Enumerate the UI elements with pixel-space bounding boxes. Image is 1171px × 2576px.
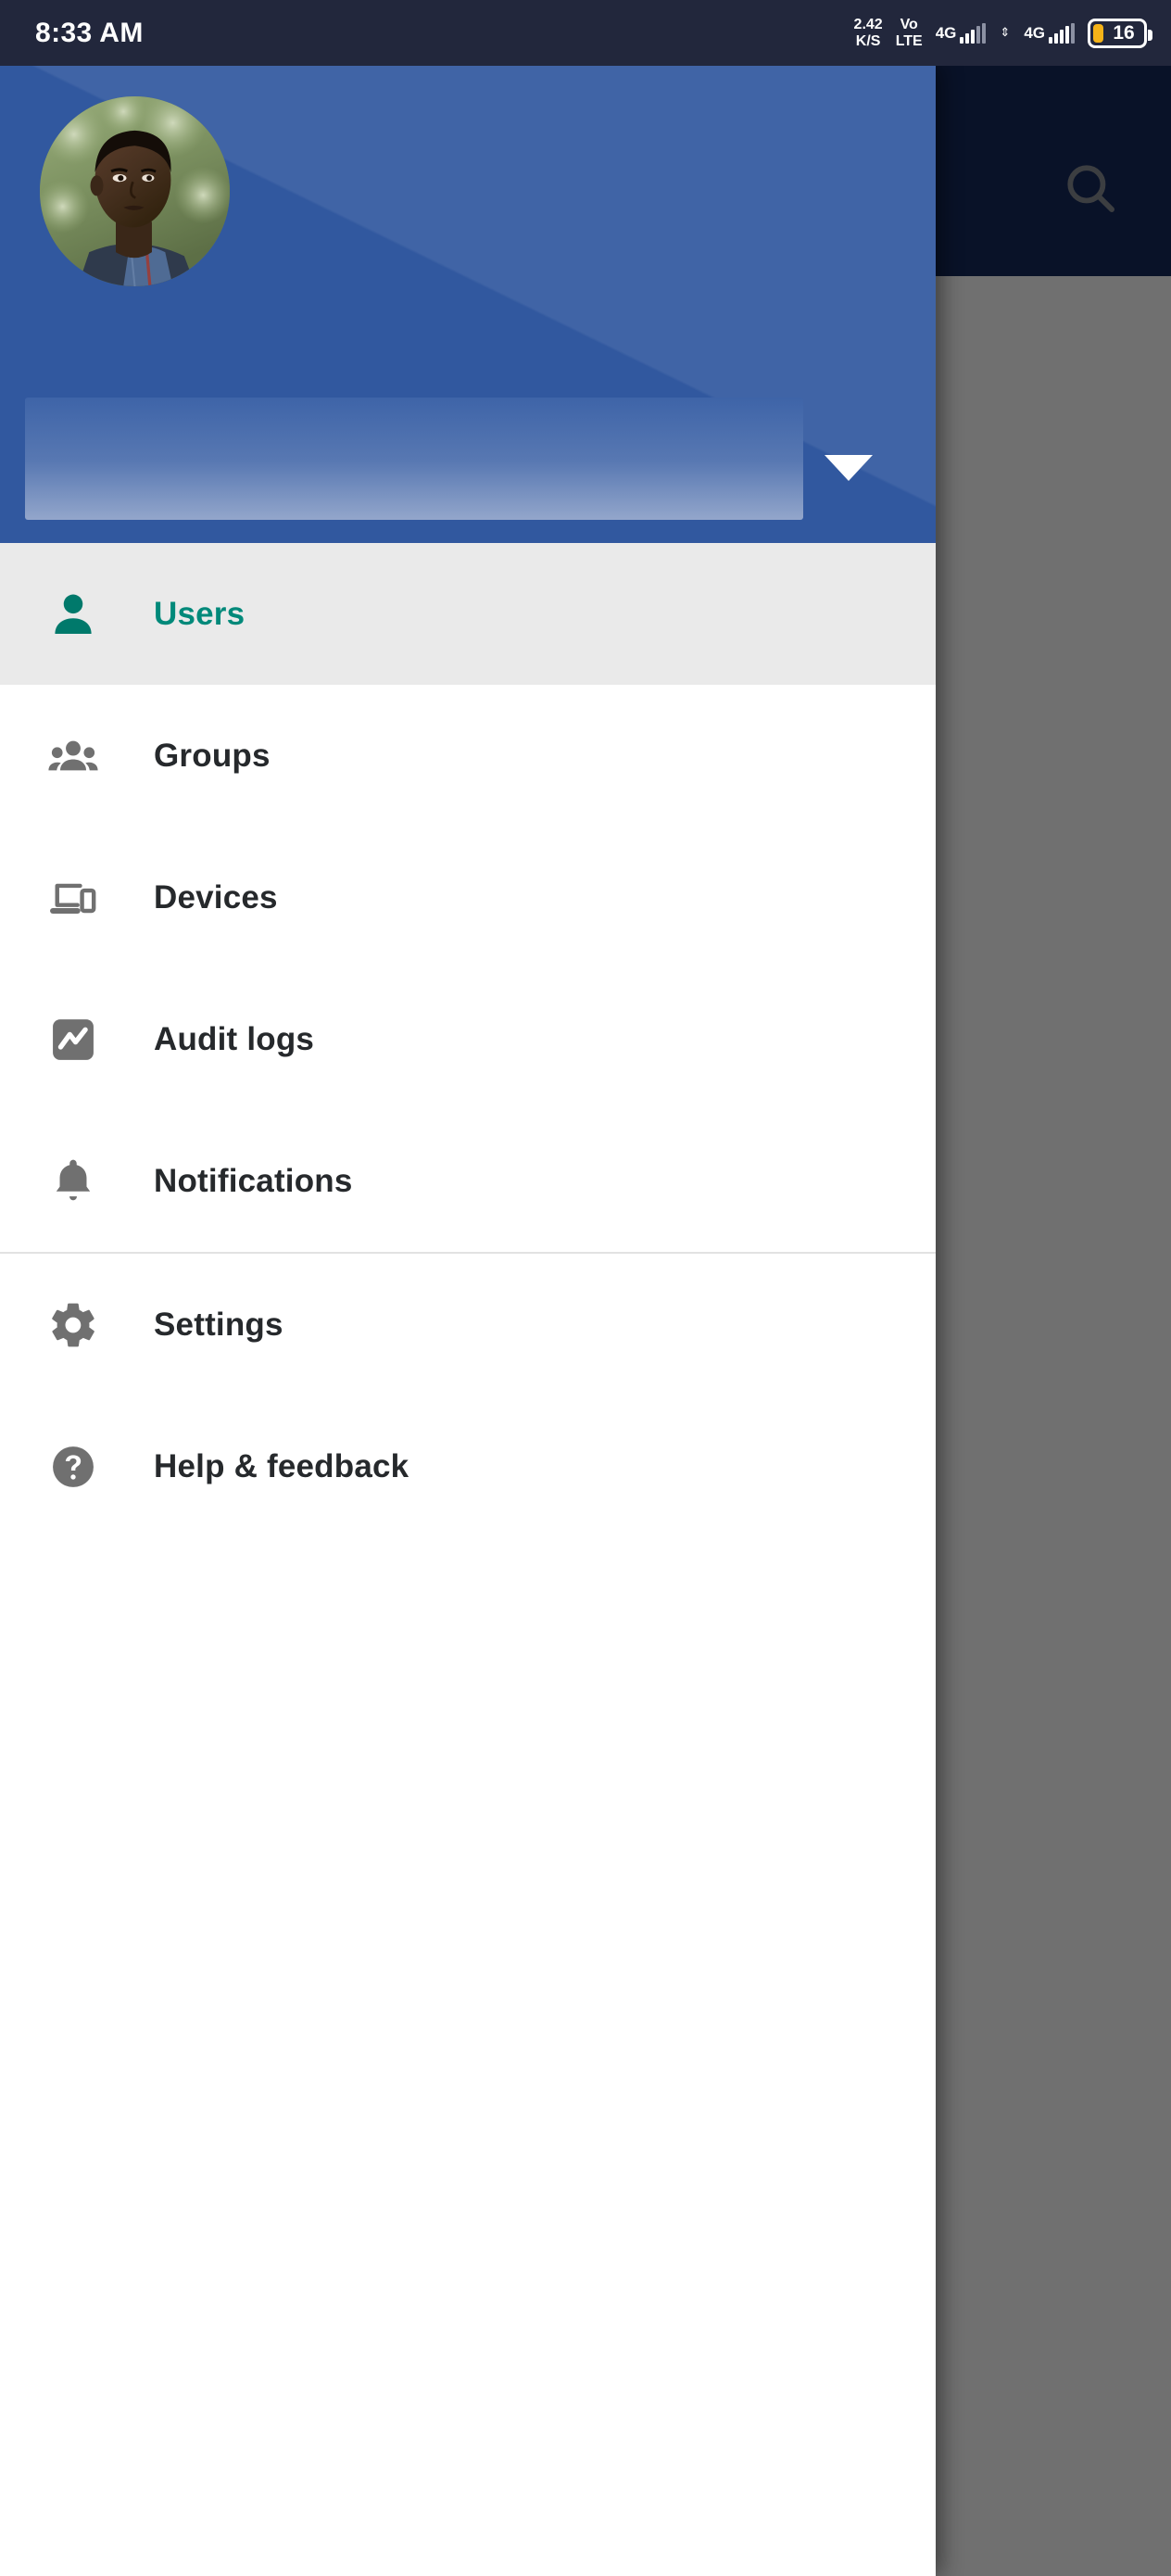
status-time: 8:33 AM [35, 17, 144, 48]
sim2-signal-bars [1049, 22, 1075, 44]
audit-chart-icon [44, 1011, 102, 1068]
account-info-redacted[interactable] [25, 398, 803, 520]
sim2-signal-icon: 4G [1024, 22, 1075, 44]
battery-percent: 16 [1113, 22, 1135, 44]
navigation-drawer: Users Groups Devices Audit logs Notifica… [0, 66, 936, 2576]
menu-item-label: Audit logs [154, 1020, 315, 1057]
menu-item-notifications[interactable]: Notifications [0, 1110, 936, 1252]
people-group-icon [44, 727, 102, 785]
bell-icon [44, 1153, 102, 1210]
volte-line2: LTE [895, 32, 923, 49]
drawer-header [0, 66, 936, 543]
menu-item-label: Notifications [154, 1162, 353, 1199]
status-bar: 8:33 AM 2.42 K/S Vo LTE 4G ⇕ 4G 16 [0, 0, 1171, 66]
phone-screen: Users Groups Devices Audit logs Notifica… [0, 0, 1171, 2576]
devices-icon [44, 869, 102, 927]
avatar[interactable] [40, 96, 230, 286]
menu-item-devices[interactable]: Devices [0, 827, 936, 968]
sim1-signal-bars [960, 22, 987, 44]
menu-item-groups[interactable]: Groups [0, 685, 936, 827]
menu-item-help-feedback[interactable]: Help & feedback [0, 1395, 936, 1537]
help-circle-icon [44, 1438, 102, 1496]
person-icon [44, 586, 102, 643]
sim2-network-label: 4G [1024, 23, 1045, 42]
sim1-network-label: 4G [935, 23, 957, 42]
menu-item-settings[interactable]: Settings [0, 1254, 936, 1395]
gear-icon [44, 1296, 102, 1354]
menu-item-label: Groups [154, 737, 271, 774]
menu-item-label: Users [154, 595, 246, 632]
data-rate-value: 2.42 [853, 17, 883, 33]
data-transfer-icon: ⇕ [1000, 25, 1011, 39]
battery-icon: 16 [1088, 18, 1152, 48]
menu-item-audit-logs[interactable]: Audit logs [0, 968, 936, 1110]
battery-fill [1093, 23, 1103, 43]
chevron-down-icon[interactable] [825, 455, 873, 481]
volte-icon: Vo LTE [896, 17, 923, 49]
drawer-menu: Users Groups Devices Audit logs Notifica… [0, 543, 936, 1537]
menu-item-label: Devices [154, 878, 278, 915]
sim1-signal-icon: 4G [935, 22, 987, 44]
status-indicators: 2.42 K/S Vo LTE 4G ⇕ 4G 16 [854, 17, 1152, 49]
menu-item-label: Settings [154, 1306, 283, 1343]
menu-item-users[interactable]: Users [0, 543, 936, 685]
data-rate-indicator: 2.42 K/S [854, 17, 883, 49]
menu-item-label: Help & feedback [154, 1447, 409, 1484]
data-rate-unit: K/S [855, 32, 881, 49]
volte-line1: Vo [900, 17, 918, 33]
